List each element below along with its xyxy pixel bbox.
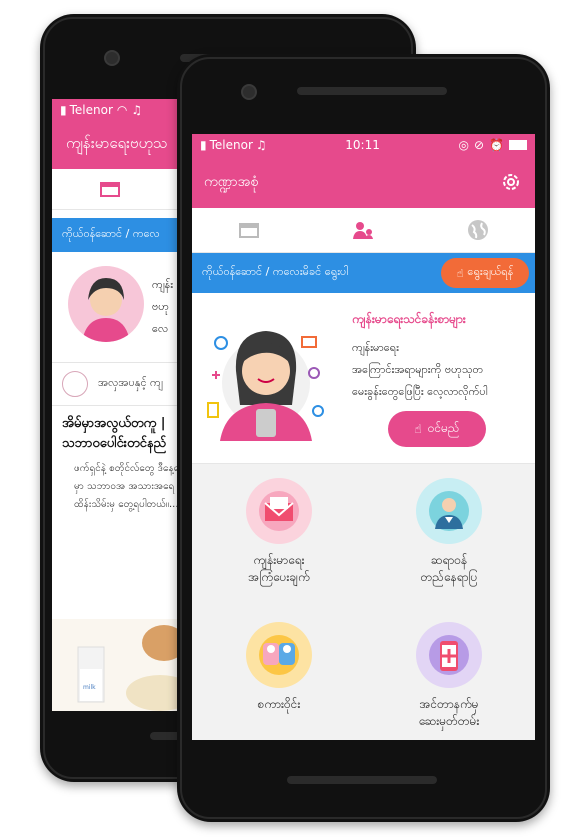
blue-bar: ကိုယ်ဝန်ဆောင် / ကလေးမိခင် ရွေးပါ ☝ ရွေးခ… [192, 253, 535, 293]
app-title: ကဏ္ဍာအစုံ [204, 173, 259, 190]
tab-bar [192, 208, 535, 253]
envelope-icon [259, 491, 299, 531]
bottom-speaker [287, 776, 437, 784]
feature-doctor-locator[interactable]: ဆရာဝန် တည်နေရာပြ [384, 478, 514, 586]
music-icon: ♫ [131, 103, 143, 117]
signal-icon: ▮ [60, 103, 67, 117]
front-phone: ▮ Telenor ♫ 10:11 ◎ ⊘ ⏰ ကဏ္ဍာအစုံ ကိုယ်ဝ… [177, 54, 550, 822]
calendar-icon [239, 223, 260, 238]
card-title: ကျန်း [152, 278, 173, 291]
battery-icon [509, 140, 527, 150]
card-body: ကျန်းမာရေး အကြောင်းအရာများကို ဗဟုသုတ မေး… [352, 341, 488, 398]
card-line: လေ [152, 322, 169, 335]
front-camera [104, 50, 120, 66]
clock: 10:11 [345, 138, 380, 152]
globe-icon [467, 220, 488, 240]
blue-bar-text: ကိုယ်ဝန်ဆောင် / ကလေးမိခင် ရွေးပါ [202, 265, 349, 278]
card-title: ကျန်းမာရေးသင်ခန်းစာများ [352, 312, 466, 326]
headset-icon: ◎ [458, 138, 469, 152]
feature-discussion[interactable]: စကားဝိုင်း [214, 622, 344, 713]
card-line: ဗဟု [152, 300, 170, 313]
carrier-label: Telenor [69, 103, 113, 117]
feature-internet-record[interactable]: အင်တာနက်မှ ဆေးမှတ်တမ်း [384, 622, 514, 730]
speaker-grille [297, 87, 447, 95]
carrier-label: Telenor [209, 138, 253, 152]
doctor-icon [429, 491, 469, 531]
signal-icon: ▮ [200, 138, 207, 152]
front-camera [241, 84, 257, 100]
hand-pointer-icon: ☝ [414, 422, 422, 436]
lesson-card: ကျန်းမာရေးသင်ခန်းစာများ ကျန်းမာရေး အကြော… [192, 293, 535, 464]
phone-medical-icon [429, 635, 469, 675]
lesson-illustration [207, 331, 324, 441]
mother-child-icon [353, 222, 374, 239]
app-title: ကျန်းမာရေးဗဟုသ [66, 134, 168, 152]
settings-gear-icon[interactable] [499, 170, 523, 194]
calendar-icon [100, 182, 120, 197]
mute-icon: ⊘ [473, 138, 485, 152]
alarm-icon: ⏰ [489, 138, 504, 152]
chat-people-icon [259, 635, 299, 675]
enter-button[interactable]: ☝ ဝင်မည် [388, 411, 486, 447]
tab-calendar[interactable] [192, 208, 306, 252]
app-bar: ကဏ္ဍာအစုံ [192, 156, 535, 208]
tab-mother-child[interactable] [306, 208, 420, 252]
music-icon: ♫ [255, 138, 267, 152]
front-phone-screen: ▮ Telenor ♫ 10:11 ◎ ⊘ ⏰ ကဏ္ဍာအစုံ ကိုယ်ဝ… [192, 134, 535, 740]
section-icon [62, 371, 88, 397]
feature-health-advice[interactable]: ကျန်းမာရေး အကြံပေးချက် [214, 478, 344, 586]
wifi-icon: ◠ [116, 103, 128, 117]
milk-label: milk [83, 684, 96, 691]
feature-grid: ကျန်းမာရေး အကြံပေးချက် ဆရာဝန် တည်နေရာပြ … [192, 464, 535, 740]
article-image: milk [52, 619, 194, 711]
tab-globe[interactable] [421, 208, 535, 252]
avatar [68, 266, 144, 342]
status-bar: ▮ Telenor ♫ 10:11 ◎ ⊘ ⏰ [192, 134, 535, 156]
hand-pointer-icon: ☝ [456, 266, 464, 280]
blue-bar-text: ကိုယ်ဝန်ဆောင် / ကလေ [62, 227, 160, 240]
select-button[interactable]: ☝ ရွေးချယ်ရန် [441, 258, 529, 288]
